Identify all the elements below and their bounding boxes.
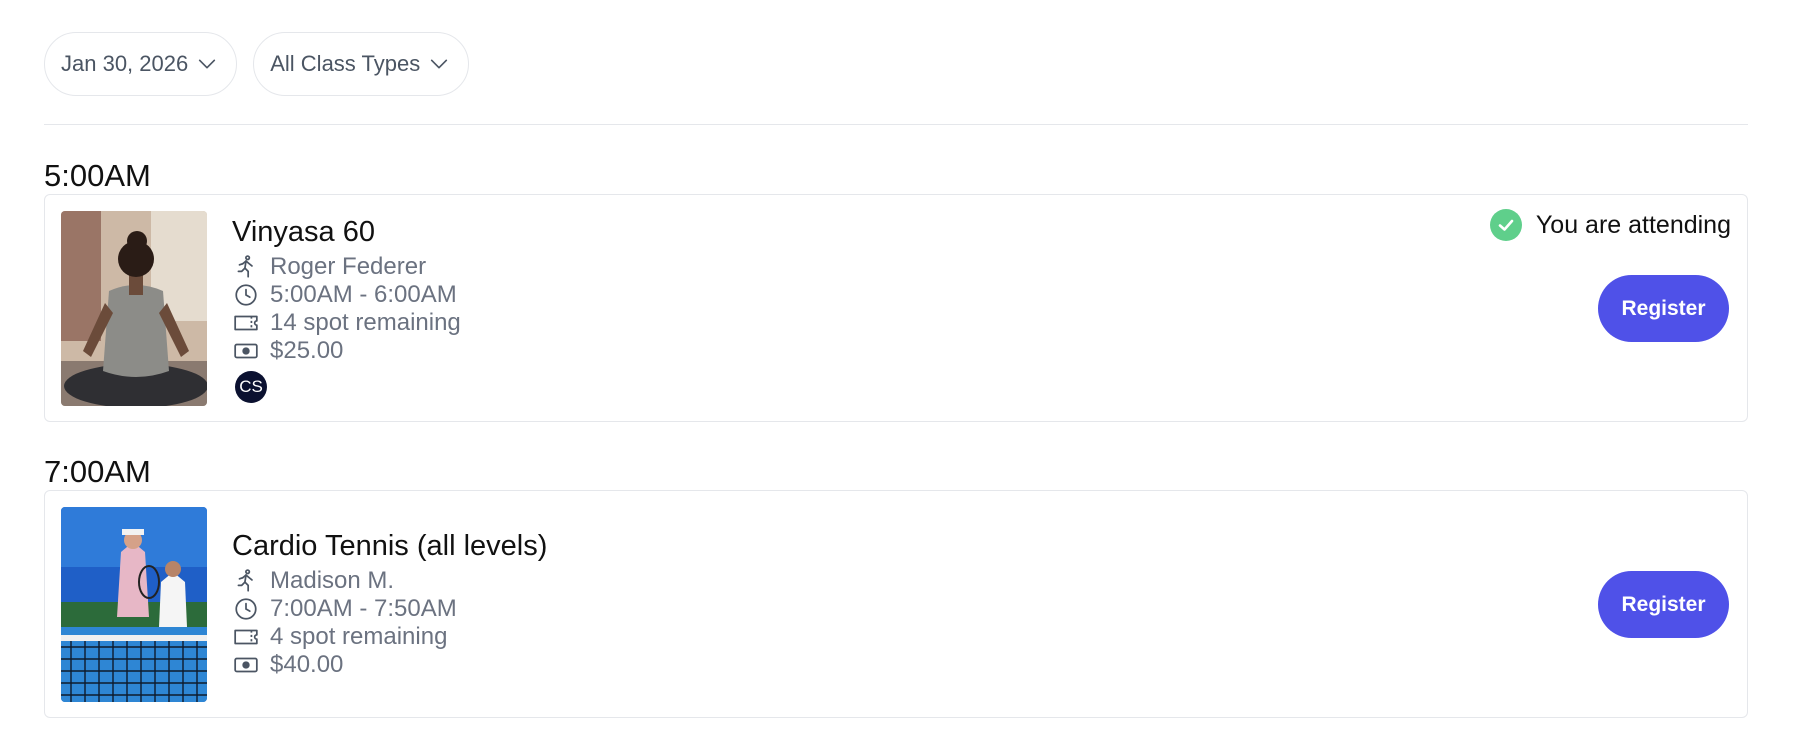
clock-icon: [232, 595, 260, 623]
attending-status: You are attending: [1489, 209, 1731, 241]
time-row: 7:00AM - 7:50AM: [232, 595, 547, 623]
class-price: $25.00: [270, 337, 344, 364]
running-person-icon: [232, 567, 260, 595]
clock-icon: [232, 281, 260, 309]
class-info: Cardio Tennis (all levels) Madison M. 7:…: [232, 529, 547, 679]
instructor-row: Roger Federer: [232, 253, 461, 281]
class-thumbnail-tennis: [61, 507, 207, 702]
ticket-icon: [232, 623, 260, 651]
class-time-range: 7:00AM - 7:50AM: [270, 595, 457, 622]
attendee-avatar[interactable]: CS: [235, 371, 267, 403]
class-title: Vinyasa 60: [232, 216, 375, 248]
cash-icon: [232, 651, 260, 679]
filter-bar: Jan 30, 2026 All Class Types: [44, 32, 470, 96]
spots-remaining: 4 spot remaining: [270, 623, 448, 650]
attending-label: You are attending: [1535, 210, 1731, 239]
spots-row: 4 spot remaining: [232, 623, 547, 651]
class-title: Cardio Tennis (all levels): [232, 530, 548, 562]
register-button[interactable]: Register: [1598, 571, 1729, 638]
class-card-cardio-tennis[interactable]: Cardio Tennis (all levels) Madison M. 7:…: [44, 490, 1748, 718]
register-button[interactable]: Register: [1598, 275, 1729, 342]
class-time-range: 5:00AM - 6:00AM: [270, 281, 457, 308]
ticket-icon: [232, 309, 260, 337]
divider: [44, 124, 1748, 125]
check-circle-icon: [1489, 209, 1522, 241]
spots-row: 14 spot remaining: [232, 309, 461, 337]
instructor-row: Madison M.: [232, 567, 547, 595]
time-slot-heading: 5:00AM: [44, 158, 151, 193]
class-card-vinyasa[interactable]: Vinyasa 60 Roger Federer 5:00AM - 6:00AM…: [44, 194, 1748, 422]
running-person-icon: [232, 253, 260, 281]
class-type-filter-dropdown[interactable]: All Class Types: [253, 32, 470, 96]
instructor-name: Madison M.: [270, 567, 395, 594]
time-slot-heading: 7:00AM: [44, 454, 151, 489]
class-type-filter-label: All Class Types: [270, 51, 421, 76]
date-filter-dropdown[interactable]: Jan 30, 2026: [44, 32, 238, 96]
price-row: $25.00: [232, 337, 461, 365]
class-price: $40.00: [270, 651, 344, 678]
time-row: 5:00AM - 6:00AM: [232, 281, 461, 309]
spots-remaining: 14 spot remaining: [270, 309, 461, 336]
price-row: $40.00: [232, 651, 547, 679]
class-thumbnail-yoga: [61, 211, 207, 406]
date-filter-label: Jan 30, 2026: [61, 51, 189, 76]
cash-icon: [232, 337, 260, 365]
class-info: Vinyasa 60 Roger Federer 5:00AM - 6:00AM…: [232, 215, 461, 403]
chevron-down-icon: [431, 59, 448, 69]
chevron-down-icon: [199, 59, 216, 69]
instructor-name: Roger Federer: [270, 253, 427, 280]
